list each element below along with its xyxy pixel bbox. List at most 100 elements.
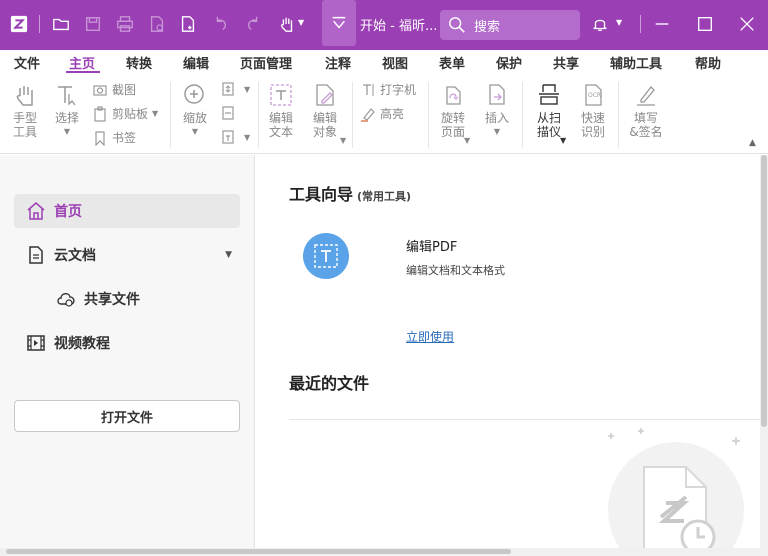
menu-file[interactable]: 文件 [14,53,40,72]
separator [428,82,429,148]
menu-edit[interactable]: 编辑 [183,53,209,72]
new-file-icon[interactable] [177,13,199,35]
quick-ocr-button[interactable]: OCR 快速 识别 [576,82,610,139]
text-select-icon [58,86,76,106]
bookmark-label: 书签 [112,131,137,145]
scanner-icon [539,84,559,105]
chevron-down-icon: ▼ [493,127,501,136]
svg-text:OCR: OCR [588,92,601,99]
bell-icon[interactable] [589,13,611,35]
zoom-icon [184,84,204,104]
menu-form[interactable]: 表单 [439,53,465,72]
menu-comment[interactable]: 注释 [325,53,351,72]
chevron-down-icon: ▼ [340,136,347,145]
new-doc-icon[interactable] [146,13,168,35]
document-tab-title[interactable]: 开始 - 福昕... [360,15,437,34]
redo-icon[interactable] [242,13,264,35]
app-logo-icon[interactable] [8,13,30,35]
doc-tab-dropdown[interactable] [322,0,356,46]
rotate-page-button[interactable]: 旋转 页面 ▼ [434,82,472,145]
page-fit-button[interactable]: ▼ [220,81,250,97]
maximize-icon[interactable] [694,13,716,35]
from-scanner-button[interactable]: 从扫 描仪 ▼ [530,82,568,145]
divider [289,419,760,420]
sidebar-item-video-tutorials[interactable]: 视频教程 [14,326,240,360]
collapse-ribbon-icon[interactable]: ▲ [749,138,756,148]
notification-dropdown-icon[interactable]: ▼ [616,18,622,27]
tools-guide-subtitle: (常用工具) [357,190,412,203]
menu-protect[interactable]: 保护 [496,53,522,72]
separator [170,82,171,148]
menu-help[interactable]: 帮助 [695,53,721,72]
vertical-scrollbar[interactable] [760,155,768,556]
scrollbar-thumb[interactable] [6,549,511,554]
edit-pdf-icon[interactable] [303,233,349,279]
typewriter-button[interactable]: 打字机 [360,81,416,98]
fill-sign-label: 填写 &签名 [629,111,663,139]
insert-label: 插入 [484,111,509,125]
sidebar-item-cloud-docs[interactable]: 云文档 ▼ [14,238,240,272]
active-tab-indicator [66,71,100,73]
highlight-button[interactable]: 高亮 [360,105,404,122]
search-input[interactable]: 搜索 [440,10,580,40]
save-icon[interactable] [82,13,104,35]
edit-text-label: 编辑 文本 [268,111,293,139]
horizontal-scrollbar[interactable] [0,548,768,556]
bookmark-button[interactable]: 书签 [92,129,136,146]
scrollbar-thumb[interactable] [761,155,767,427]
menu-view[interactable]: 视图 [382,53,408,72]
film-icon [27,335,45,351]
separator [352,82,353,148]
screenshot-button[interactable]: 截图 [92,81,136,98]
search-placeholder: 搜索 [474,19,501,35]
recent-files-title: 最近的文件 [289,374,370,393]
from-scanner-label: 从扫 描仪 [536,111,561,139]
open-folder-icon[interactable] [50,13,72,35]
typewriter-label: 打字机 [380,83,417,97]
clipboard-button[interactable]: 剪贴板 ▼ [92,105,158,122]
page-width-button[interactable] [220,105,240,121]
hand-tool-icon[interactable] [276,13,298,35]
signature-pen-icon [637,86,655,106]
sidebar-item-shared-files[interactable]: 共享文件 [14,282,240,316]
hand-tool-label: 手型 工具 [12,111,37,139]
page-fit-icon [222,82,234,96]
sidebar-item-label: 首页 [54,204,82,220]
menu-home[interactable]: 主页 [69,53,95,72]
chevron-down-icon: ▼ [560,136,567,145]
undo-icon[interactable] [210,13,232,35]
insert-button[interactable]: 插入 ▼ [480,82,514,139]
typewriter-icon [363,83,374,96]
menu-page-management[interactable]: 页面管理 [240,53,292,72]
minimize-icon[interactable] [651,13,673,35]
menu-accessibility[interactable]: 辅助工具 [610,53,662,72]
sidebar-item-home[interactable]: 首页 [14,194,240,228]
rotate-page-icon [446,86,461,105]
reflow-button[interactable]: ▼ [220,129,250,145]
fill-sign-button[interactable]: 填写 &签名 [626,82,666,139]
zoom-button[interactable]: 缩放 ▼ [178,82,212,139]
highlighter-icon [361,107,375,122]
main-content: 工具向导 (常用工具) 编辑PDF 编辑文档和文本格式 立即使用 最近的文件 [256,155,760,556]
chevron-down-icon[interactable]: ▼ [225,250,232,260]
title-bar: ▼ 开始 - 福昕... 搜索 ▼ [0,0,768,50]
camera-icon [93,84,107,96]
menu-convert[interactable]: 转换 [126,53,152,72]
menu-share[interactable]: 共享 [553,53,579,72]
doc-tab-dropdown-icon [332,16,346,29]
edit-object-button[interactable]: 编辑 对象 ▼ [306,82,346,145]
close-icon[interactable] [736,13,758,35]
use-now-link[interactable]: 立即使用 [406,328,454,345]
hand-tool-button[interactable]: 手型 工具 [8,82,42,139]
clipboard-label: 剪贴板 [112,107,149,121]
sidebar-item-label: 视频教程 [54,336,110,352]
edit-pdf-title: 编辑PDF [406,240,458,255]
edit-object-label: 编辑 对象 [312,111,337,139]
edit-text-button[interactable]: 编辑 文本 [264,82,298,139]
bookmark-icon [95,130,105,146]
hand-tool-dropdown-icon[interactable]: ▼ [298,18,304,27]
open-file-button[interactable]: 打开文件 [14,400,240,432]
select-button[interactable]: 选择 ▼ [50,82,84,139]
separator [39,15,40,33]
print-icon[interactable] [114,13,136,35]
